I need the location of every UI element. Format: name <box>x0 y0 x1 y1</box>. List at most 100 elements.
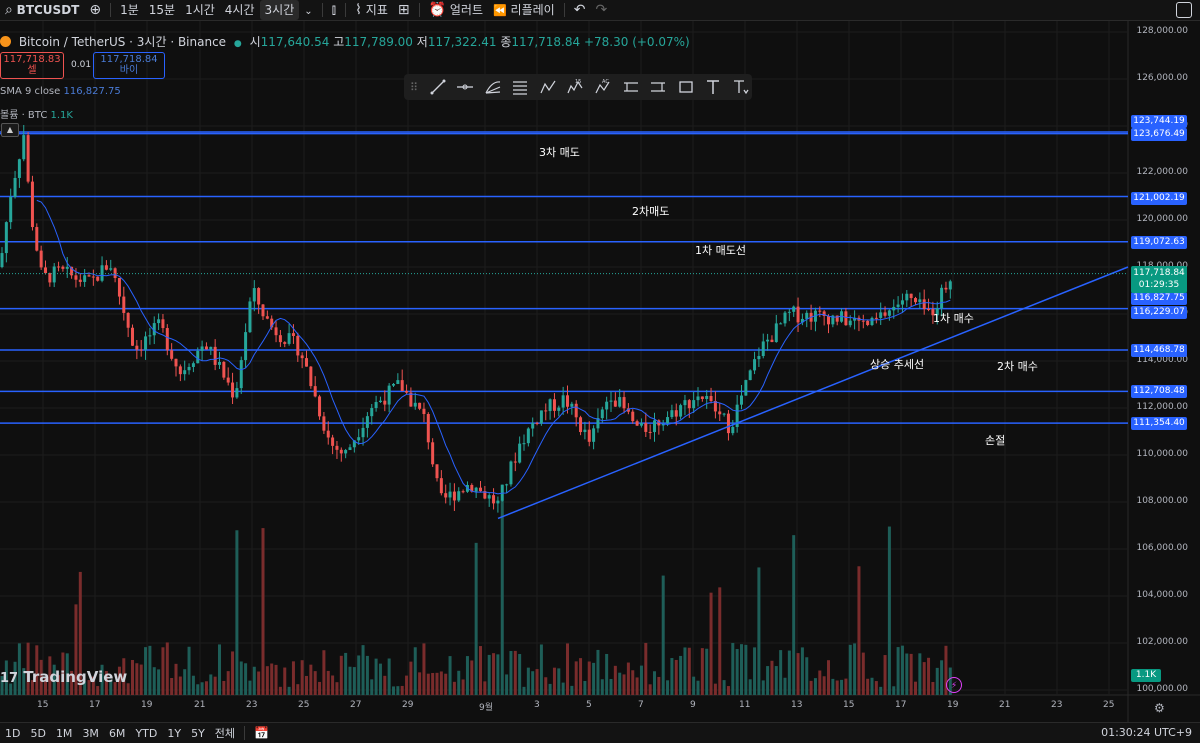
volume-bar <box>348 666 352 695</box>
candle-body <box>639 423 643 426</box>
candle-body <box>827 315 830 325</box>
buy-button[interactable]: 117,718.84 바이 <box>93 52 165 79</box>
volume-bar <box>296 684 300 695</box>
date-range-tool[interactable] <box>647 75 670 99</box>
volume-bar <box>883 655 887 695</box>
candle-body <box>770 339 774 343</box>
range-5d[interactable]: 5D <box>25 727 50 740</box>
annotation-sell3[interactable]: 3차 매도 <box>539 144 580 160</box>
sma-legend[interactable]: SMA 9 close 116,827.75 <box>0 86 121 97</box>
candle-body <box>44 267 47 274</box>
candle-body <box>296 335 300 356</box>
candle-body <box>396 380 400 384</box>
low-value: 117,322.41 <box>427 35 497 49</box>
candle-body <box>422 408 426 415</box>
text-tools-dropdown[interactable] <box>729 75 752 99</box>
candle-body <box>139 349 143 351</box>
candle-body <box>718 411 722 415</box>
tradingview-logo[interactable]: 17 TradingView <box>0 668 127 686</box>
candle-body <box>448 491 452 498</box>
volume-bar <box>922 662 926 695</box>
volume-bar <box>465 656 469 695</box>
range-1y[interactable]: 1Y <box>162 727 186 740</box>
candle-body <box>300 355 304 359</box>
volume-bar <box>731 642 735 695</box>
range-1d[interactable]: 1D <box>0 727 25 740</box>
volume-bar <box>261 528 265 695</box>
price-tick: 120,000.00 <box>1136 214 1188 224</box>
volume-bar <box>861 652 865 695</box>
volume-bar <box>418 672 422 695</box>
candle-body <box>148 335 152 337</box>
range-1m[interactable]: 1M <box>51 727 78 740</box>
volume-bar <box>548 683 552 695</box>
grid <box>0 21 1128 695</box>
volume-bar <box>444 673 448 695</box>
volume-bar <box>896 647 900 695</box>
fib-tool[interactable] <box>509 75 532 99</box>
lightning-icon[interactable]: ⚡ <box>946 677 962 693</box>
volume-bar <box>726 686 730 695</box>
volume-bar <box>596 649 600 695</box>
volume-bar <box>235 530 239 695</box>
candle-body <box>291 333 295 336</box>
annotation-buy1[interactable]: 1차 매수 <box>933 310 974 326</box>
candle-body <box>535 422 539 424</box>
candle-body <box>52 266 56 283</box>
drag-handle-icon[interactable]: ⠿ <box>410 81 421 94</box>
candle-body <box>365 416 369 428</box>
trendline-tool[interactable] <box>426 75 449 99</box>
range-6m[interactable]: 6M <box>104 727 131 740</box>
time-tick: 7 <box>638 700 644 710</box>
volume-bar <box>761 680 765 695</box>
settings-gear-icon[interactable]: ⚙ <box>1154 701 1165 715</box>
annotation-sell2[interactable]: 2차매도 <box>632 203 669 219</box>
volume-bar <box>766 666 770 695</box>
candle-body <box>731 427 735 434</box>
candle-body <box>418 402 422 409</box>
clock[interactable]: 01:30:24 UTC+9 <box>1101 726 1192 739</box>
annotation-stop[interactable]: 손절 <box>985 432 1005 448</box>
volume-bar <box>244 663 248 695</box>
candle-body <box>57 266 61 268</box>
range-5y[interactable]: 5Y <box>186 727 210 740</box>
range-3m[interactable]: 3M <box>77 727 104 740</box>
abcd-pattern-tool[interactable]: AC <box>592 75 615 99</box>
range-tool[interactable] <box>619 75 642 99</box>
path-tool[interactable] <box>537 75 560 99</box>
text-tool[interactable] <box>702 75 725 99</box>
candle-body <box>848 320 852 326</box>
annotation-trendline[interactable]: 상승 추세선 <box>870 356 924 372</box>
range-all[interactable]: 전체 <box>210 725 240 741</box>
symbol-title[interactable]: Bitcoin / TetherUS · 3시간 · Binance <box>19 35 226 49</box>
horizontal-ray-tool[interactable] <box>454 75 477 99</box>
price-tick: 102,000.00 <box>1136 637 1188 647</box>
goto-date-button[interactable]: 📅 <box>249 726 274 740</box>
candle-body <box>635 421 639 426</box>
volume-bar <box>513 650 517 695</box>
range-ytd[interactable]: YTD <box>130 727 162 740</box>
horizontal-levels[interactable] <box>0 131 1128 424</box>
rectangle-tool[interactable] <box>674 75 697 99</box>
candle-body <box>879 312 883 318</box>
volume-bar <box>170 677 174 695</box>
annotation-sell1[interactable]: 1차 매도선 <box>695 242 746 258</box>
text-icon <box>707 80 720 94</box>
annotation-buy2[interactable]: 2차 매수 <box>997 358 1038 374</box>
candle-body <box>435 464 439 479</box>
sell-button[interactable]: 117,718.83 셀 <box>0 52 64 79</box>
volume-bar <box>613 665 617 695</box>
collapse-legend-button[interactable]: ▲ <box>1 123 19 137</box>
volume-bar <box>148 645 152 695</box>
pitchfork-tool[interactable] <box>481 75 504 99</box>
candle-body <box>653 420 656 433</box>
uptrend-line[interactable] <box>497 266 1129 520</box>
candle-body <box>757 356 761 360</box>
volume-bar <box>339 655 343 695</box>
volume-legend[interactable]: 볼륨 · BTC 1.1K <box>0 106 73 121</box>
candle-body <box>426 414 430 443</box>
volume-bar <box>705 648 709 695</box>
bottom-toolbar: 1D 5D 1M 3M 6M YTD 1Y 5Y 전체 📅 01:30:24 U… <box>0 722 1200 743</box>
elliott-wave-tool[interactable]: 15 <box>564 75 587 99</box>
candle-body <box>170 350 174 359</box>
